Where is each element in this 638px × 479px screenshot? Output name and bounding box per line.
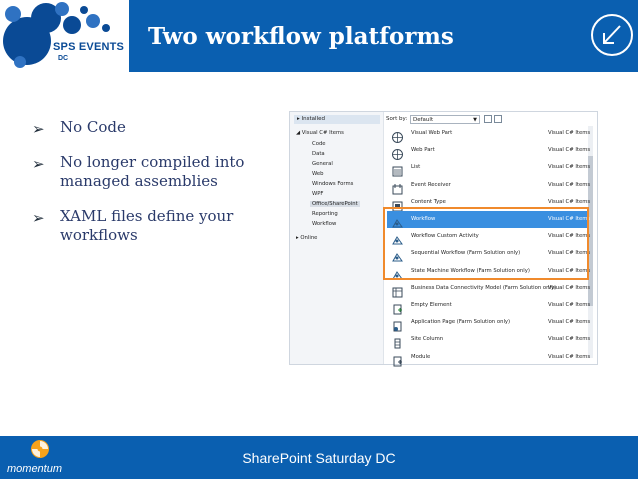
bullet-list: ➢ No Code ➢ No longer compiled into mana… — [32, 118, 277, 261]
template-row[interactable]: Visual Web Part Visual C# Items — [387, 125, 591, 143]
template-name: Business Data Connectivity Model (Farm S… — [411, 284, 557, 291]
sort-value: Default — [413, 117, 434, 123]
template-row[interactable]: Empty Element Visual C# Items — [387, 297, 591, 315]
bullet-item: ➢ No longer compiled into managed assemb… — [32, 153, 277, 191]
template-row[interactable]: Workflow Visual C# Items — [387, 211, 591, 228]
installed-header[interactable]: ▸ Installed — [294, 115, 380, 124]
template-name: Sequential Workflow (Farm Solution only) — [411, 250, 521, 257]
slide-footer: momentum SharePoint Saturday DC — [0, 436, 638, 479]
template-name: Visual Web Part — [411, 130, 453, 136]
template-row[interactable]: Module Visual C# Items — [387, 349, 591, 367]
template-type: Visual C# Items — [548, 250, 591, 257]
template-row[interactable]: Web Part Visual C# Items — [387, 142, 591, 161]
template-name: Site Column — [411, 336, 444, 343]
template-type: Visual C# Items — [548, 147, 591, 154]
bullet-text: No longer compiled into managed assembli… — [60, 153, 245, 190]
template-name: Module — [411, 353, 431, 360]
template-name: Workflow — [411, 216, 436, 222]
chevron-down-icon: ▼ — [473, 117, 477, 123]
tree-online[interactable]: ▸ Online — [296, 235, 317, 241]
application-page-icon — [392, 317, 403, 332]
medium-icons-view-icon[interactable] — [484, 115, 492, 123]
event-receiver-icon — [392, 180, 403, 195]
tree-item-general[interactable]: General — [312, 161, 333, 167]
template-type: Visual C# Items — [548, 233, 591, 240]
state-machine-workflow-icon — [392, 266, 403, 280]
tree-item-reporting[interactable]: Reporting — [312, 211, 338, 217]
template-type: Visual C# Items — [548, 353, 591, 360]
scrollbar-thumb[interactable] — [588, 156, 593, 306]
template-name: Empty Element — [411, 302, 452, 308]
template-category-tree: ▸ Installed ◢ Visual C# Items Code Data … — [290, 112, 384, 364]
arrow-down-left-circle-icon — [591, 14, 633, 56]
template-row[interactable]: Application Page (Farm Solution only) Vis… — [387, 314, 591, 332]
template-type: Visual C# Items — [548, 336, 591, 343]
footer-text: SharePoint Saturday DC — [242, 450, 396, 466]
add-new-item-dialog: ▸ Installed ◢ Visual C# Items Code Data … — [289, 111, 598, 367]
logo-sub: DC — [58, 55, 69, 62]
sort-dropdown[interactable]: Default ▼ — [410, 115, 480, 124]
list-icon — [392, 162, 403, 177]
empty-element-icon — [392, 300, 403, 315]
site-column-icon — [392, 334, 403, 349]
template-name: Application Page (Farm Solution only) — [411, 319, 511, 326]
template-row[interactable]: Sequential Workflow (Farm Solution only)… — [387, 245, 591, 262]
template-type: Visual C# Items — [548, 164, 591, 171]
template-row[interactable]: Event Receiver Visual C# Items — [387, 177, 591, 195]
tree-item-windows-forms[interactable]: Windows Forms — [312, 181, 353, 187]
tree-item-wpf[interactable]: WPF — [312, 191, 323, 197]
template-type: Visual C# Items — [548, 130, 591, 136]
tree-item-web[interactable]: Web — [312, 171, 324, 177]
workflow-icon — [392, 214, 403, 228]
bullet-text: No Code — [60, 118, 126, 136]
module-icon — [392, 352, 403, 367]
template-name: Content Type — [411, 198, 446, 205]
list-view-icon[interactable] — [494, 115, 502, 123]
template-type: Visual C# Items — [548, 181, 591, 188]
bullet-text: XAML files define your workflows — [60, 207, 234, 244]
template-type: Visual C# Items — [548, 284, 591, 291]
sequential-workflow-icon — [392, 248, 403, 262]
slide-header: SPS EVENTS DC Two workflow platforms — [0, 0, 638, 72]
template-row[interactable]: Workflow Custom Activity Visual C# Items — [387, 228, 591, 245]
template-row[interactable]: List Visual C# Items — [387, 159, 591, 177]
tree-item-code[interactable]: Code — [312, 141, 326, 147]
arrow-bullet-icon: ➢ — [32, 120, 45, 138]
template-name: Event Receiver — [411, 181, 451, 188]
tree-item-data[interactable]: Data — [312, 151, 325, 157]
bullet-item: ➢ No Code — [32, 118, 277, 138]
template-name: State Machine Workflow (Farm Solution on… — [411, 267, 530, 274]
template-type: Visual C# Items — [548, 267, 591, 274]
tree-item-workflow[interactable]: Workflow — [312, 221, 336, 227]
sort-label: Sort by: — [386, 116, 408, 122]
template-row[interactable]: Business Data Connectivity Model (Farm S… — [387, 280, 591, 298]
logo-name: SPS EVENTS — [53, 41, 125, 53]
tree-root[interactable]: ◢ Visual C# Items — [296, 130, 344, 136]
bdc-model-icon — [392, 283, 403, 298]
arrow-bullet-icon: ➢ — [32, 155, 45, 173]
workflow-activity-icon — [392, 231, 403, 245]
template-name: Workflow Custom Activity — [411, 233, 479, 240]
globe-icon — [392, 145, 403, 161]
template-type: Visual C# Items — [548, 216, 591, 222]
template-name: List — [411, 164, 421, 171]
bullet-item: ➢ XAML files define your workflows — [32, 207, 277, 245]
arrow-bullet-icon: ➢ — [32, 209, 45, 227]
tree-item-office-sharepoint[interactable]: Office/SharePoint — [310, 201, 360, 207]
globe-webpart-icon — [392, 128, 403, 143]
template-row[interactable]: State Machine Workflow (Farm Solution on… — [387, 263, 591, 280]
sps-events-logo: SPS EVENTS DC — [0, 0, 129, 72]
page-title: Two workflow platforms — [148, 23, 454, 50]
template-type: Visual C# Items — [548, 302, 591, 308]
template-type: Visual C# Items — [548, 198, 591, 205]
template-row[interactable]: Site Column Visual C# Items — [387, 331, 591, 349]
content-type-icon — [392, 197, 403, 212]
template-row[interactable]: Content Type Visual C# Items — [387, 194, 591, 212]
template-type: Visual C# Items — [548, 319, 591, 326]
template-name: Web Part — [411, 147, 435, 154]
